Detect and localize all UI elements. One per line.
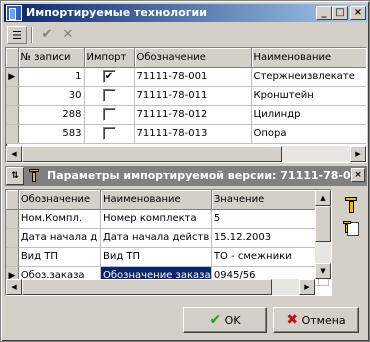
maximize-button[interactable]: □ [332,6,348,20]
row-indicator [6,124,19,144]
list-properties-icon[interactable]: ☰ [7,26,27,44]
name-cell[interactable]: Кронштейн [251,86,366,106]
table-row[interactable]: Дата начала д Дата начала действ 15.12.2… [6,228,330,248]
scroll-left-button[interactable]: ◀ [6,279,22,295]
key-document-icon[interactable] [341,219,361,239]
param-designation-cell[interactable]: Вид ТП [18,247,101,267]
table-row[interactable]: 288 71111-78-012 Цилиндр [6,105,366,125]
record-no-cell[interactable]: 30 [18,86,85,106]
cancel-x-icon: ✖ [286,312,299,328]
params-grid[interactable]: Обозначение Наименование Значение К Ном.… [5,189,332,296]
indicator-header [6,190,19,210]
table-row[interactable]: Ном.Компл. Номер комплекта 5 [6,209,330,229]
table-row[interactable]: 30 71111-78-011 Кронштейн [6,86,366,106]
column-header-designation[interactable]: Обозначение [134,48,252,68]
row-indicator [6,86,19,106]
table-row[interactable]: Вид ТП Вид ТП ТО - смежники [6,247,330,267]
import-checkbox[interactable] [102,127,116,140]
designation-cell[interactable]: 71111-78-012 [134,105,252,125]
key-parameter-icon[interactable] [341,195,361,215]
row-indicator [6,228,19,248]
panel-close-icon[interactable]: × [351,168,365,182]
table-row[interactable]: ▶ 1 ✔ 71111-78-001 Стержнеизвлекате [6,67,366,87]
column-header-record-no[interactable]: № записи [18,48,85,68]
params-panel-header: ⇅ Параметры импортируемой версии: 71111-… [5,166,367,186]
close-button[interactable]: × [350,6,366,20]
vertical-scrollbar[interactable]: ▲ ▼ [315,190,331,279]
row-indicator [6,209,19,229]
import-checkbox[interactable] [102,89,116,102]
toolbar-separator [31,27,33,43]
param-designation-cell[interactable]: Ном.Компл. [18,209,101,229]
name-cell[interactable]: Стержнеизвлекате [251,67,366,87]
param-name-cell[interactable]: Номер комплекта [100,209,212,229]
param-value-cell[interactable]: 5 [211,209,319,229]
name-cell[interactable]: Опора [251,124,366,144]
ok-label: OK [224,314,241,327]
designation-cell[interactable]: 71111-78-011 [134,86,252,106]
param-name-cell[interactable]: Дата начала действ [100,228,212,248]
table-row[interactable]: 583 71111-78-013 Опора [6,124,366,144]
horizontal-scrollbar[interactable]: ◀ ▶ [6,146,366,162]
record-no-cell[interactable]: 1 [18,67,85,87]
ok-check-icon: ✔ [209,312,222,328]
apply-check-icon[interactable]: ✔ [37,26,57,44]
window-title: Импортируемые технологии [26,6,207,19]
indicator-header [6,48,19,68]
name-cell[interactable]: Цилиндр [251,105,366,125]
param-value-cell[interactable]: ТО - смежники [211,247,319,267]
column-header-name[interactable]: Наименование [100,190,212,210]
toolbar: ☰ ✔ ✕ [4,24,368,46]
record-no-cell[interactable]: 288 [18,105,85,125]
scroll-thumb[interactable] [22,279,272,295]
scroll-down-button[interactable]: ▼ [315,263,331,279]
record-no-cell[interactable]: 583 [18,124,85,144]
scroll-thumb[interactable] [315,206,331,242]
import-checkbox[interactable]: ✔ [102,70,116,83]
params-panel-title: Параметры импортируемой версии: 71111-78… [47,169,366,182]
row-indicator [6,247,19,267]
scroll-up-button[interactable]: ▲ [315,190,331,206]
designation-cell[interactable]: 71111-78-001 [134,67,252,87]
param-name-cell[interactable]: Вид ТП [100,247,212,267]
ok-button[interactable]: ✔ OK [183,307,267,333]
cancel-label: Отмена [301,314,346,327]
scroll-thumb[interactable] [22,146,282,162]
designation-cell[interactable]: 71111-78-013 [134,124,252,144]
column-header-value[interactable]: Значение [211,190,319,210]
column-header-name[interactable]: Наименование [251,48,366,68]
column-header-designation[interactable]: Обозначение [18,190,101,210]
row-indicator [6,105,19,125]
title-bar[interactable]: Импортируемые технологии _ □ × [4,4,368,22]
technologies-grid[interactable]: № записи Импорт Обозначение Наименование… [5,47,367,163]
column-header-import[interactable]: Импорт [84,48,135,68]
app-icon [6,5,22,21]
key-filter-icon [27,168,41,184]
import-checkbox[interactable] [102,108,116,121]
cancel-x-icon[interactable]: ✕ [58,26,78,44]
param-designation-cell[interactable]: Дата начала д [18,228,101,248]
scroll-right-button[interactable]: ▶ [350,146,366,162]
horizontal-scrollbar[interactable]: ◀ ▶ [6,279,315,295]
param-value-cell[interactable]: 15.12.2003 [211,228,319,248]
minimize-button[interactable]: _ [316,6,332,20]
cancel-button[interactable]: ✖ Отмена [273,307,359,333]
sort-toggle-icon[interactable]: ⇅ [6,167,24,185]
scroll-right-button[interactable]: ▶ [299,279,315,295]
row-indicator: ▶ [6,67,19,87]
import-technologies-window: Импортируемые технологии _ □ × ☰ ✔ ✕ № з… [0,0,370,342]
scroll-left-button[interactable]: ◀ [6,146,22,162]
